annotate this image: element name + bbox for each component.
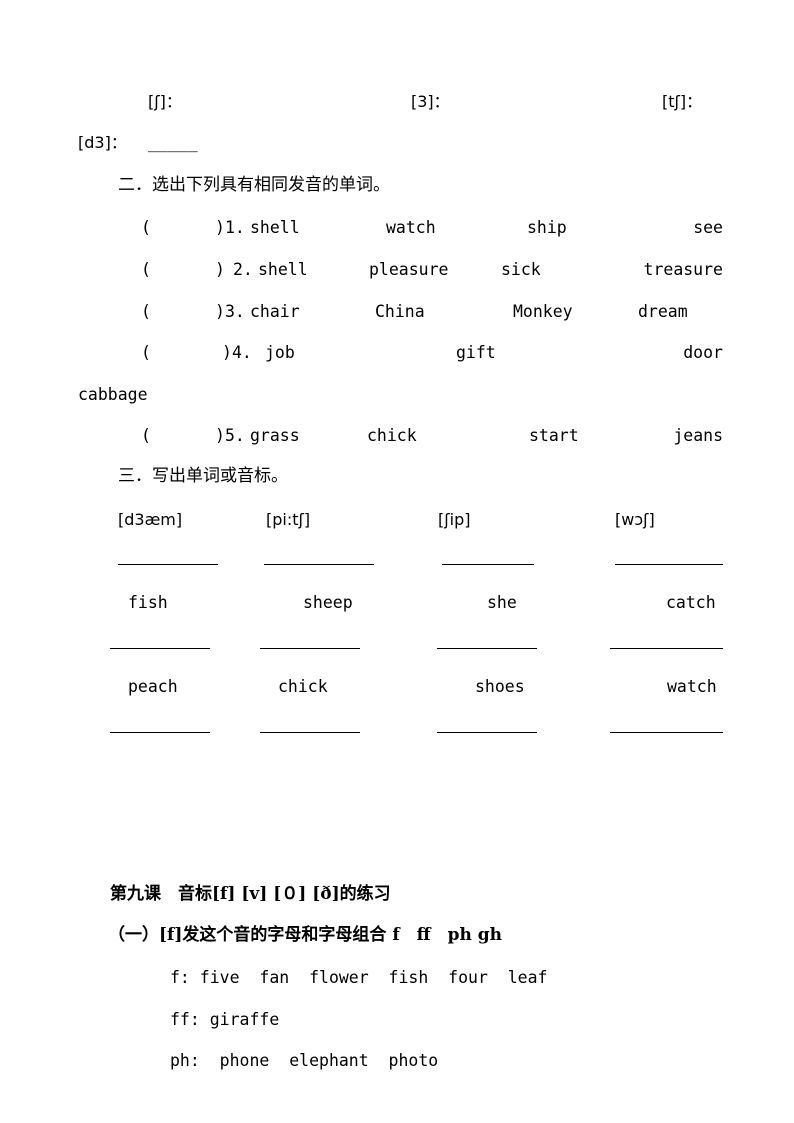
word-prompt-col1-row1: fish	[128, 593, 168, 612]
ipa-label-zh: [3]：	[411, 92, 450, 111]
choice-number-2: 2.	[233, 260, 253, 279]
choice-number-4: 4.	[232, 343, 252, 362]
choice-word-1-d: see	[693, 218, 723, 237]
ipa-label-dzh: [d3]：	[78, 133, 127, 152]
choice-word-1-b: watch	[386, 218, 436, 237]
answer-blank-col1-row2[interactable]	[110, 648, 210, 649]
choice-word-5-d: jeans	[673, 426, 723, 445]
choice-word-3-d: dream	[638, 302, 688, 321]
choice-paren-close-4[interactable]: )	[222, 343, 232, 363]
answer-blank-col2-row1[interactable]	[264, 564, 374, 565]
answer-blank-col4-row1[interactable]	[615, 564, 723, 565]
choice-word-5-a: grass	[250, 426, 300, 445]
ipa-prompt-col3: [ʃip]	[438, 510, 471, 529]
choice-word-2-b: pleasure	[369, 260, 449, 279]
answer-blank-col3-row1[interactable]	[442, 564, 534, 565]
choice-paren-open-2: (	[141, 260, 151, 279]
ipa-prompt-col2: [pi:tʃ]	[266, 510, 311, 529]
word-prompt-col4-row1: catch	[666, 593, 716, 612]
choice-paren-close-3[interactable]: )	[215, 302, 225, 322]
choice-word-4-b: gift	[456, 343, 496, 362]
lesson-nine-row-ph: ph: phone elephant photo	[170, 1051, 439, 1070]
choice-number-5: 5.	[225, 426, 245, 445]
answer-blank-col3-row2[interactable]	[437, 648, 537, 649]
answer-blank-col4-row2[interactable]	[610, 648, 723, 649]
choice-word-4-c: door	[683, 343, 723, 362]
choice-word-1-a: shell	[250, 218, 300, 237]
choice-word-4-d: cabbage	[78, 385, 148, 404]
word-prompt-col4-row2: watch	[667, 677, 717, 696]
choice-number-1: 1.	[225, 218, 245, 237]
choice-number-3: 3.	[225, 302, 245, 321]
ipa-label-tsh: [tʃ]：	[662, 92, 703, 111]
word-prompt-col3-row2: shoes	[475, 677, 525, 696]
choice-word-5-c: start	[529, 426, 579, 445]
lesson-nine-title: 第九课 音标[f] [v] [０] [ð]的练习	[110, 884, 391, 904]
choice-word-5-b: chick	[367, 426, 417, 445]
choice-paren-close-2[interactable]: )	[215, 260, 225, 280]
word-prompt-col2-row2: chick	[278, 677, 328, 696]
choice-paren-open-4: (	[141, 343, 151, 362]
answer-blank-col2-row2[interactable]	[260, 648, 360, 649]
choice-paren-close-5[interactable]: )	[215, 426, 225, 446]
choice-word-2-a: shell	[258, 260, 308, 279]
choice-word-1-c: ship	[527, 218, 567, 237]
section-three-heading: 三．写出单词或音标。	[118, 466, 288, 486]
word-prompt-col3-row1: she	[487, 593, 517, 612]
lesson-nine-subtitle: （一）[f]发这个音的字母和字母组合 f ff ph gh	[108, 925, 502, 945]
word-prompt-col1-row2: peach	[128, 677, 178, 696]
answer-blank-col2-row3[interactable]	[260, 732, 360, 733]
choice-paren-open-5: (	[141, 426, 151, 445]
choice-paren-open-1: (	[141, 218, 151, 237]
answer-blank-col3-row3[interactable]	[437, 732, 537, 733]
answer-blank-col1-row1[interactable]	[118, 564, 218, 565]
choice-word-3-c: Monkey	[513, 302, 573, 321]
choice-word-2-d: treasure	[643, 260, 723, 279]
choice-word-2-c: sick	[501, 260, 541, 279]
word-prompt-col2-row1: sheep	[303, 593, 353, 612]
ipa-prompt-col4: [wɔʃ]	[615, 510, 655, 529]
answer-blank-col1-row3[interactable]	[110, 732, 210, 733]
ipa-prompt-col1: [d3æm]	[118, 510, 183, 529]
choice-word-3-b: China	[375, 302, 425, 321]
answer-blank-col4-row3[interactable]	[610, 732, 723, 733]
ipa-label-sh: [ʃ]：	[148, 92, 182, 111]
choice-paren-close-1[interactable]: )	[215, 218, 225, 238]
lesson-nine-row-ff: ff: giraffe	[170, 1010, 280, 1029]
worksheet-page: [ʃ]： [3]： [tʃ]： [d3]： _____ 二．选出下列具有相同发音…	[0, 0, 794, 1123]
choice-word-3-a: chair	[250, 302, 300, 321]
choice-word-4-a: job	[265, 343, 295, 362]
lesson-nine-row-f: f: five fan flower fish four leaf	[170, 968, 548, 987]
section-two-heading: 二．选出下列具有相同发音的单词。	[118, 175, 390, 195]
choice-paren-open-3: (	[141, 302, 151, 321]
ipa-answer-blank-dzh[interactable]: _____	[148, 133, 198, 153]
